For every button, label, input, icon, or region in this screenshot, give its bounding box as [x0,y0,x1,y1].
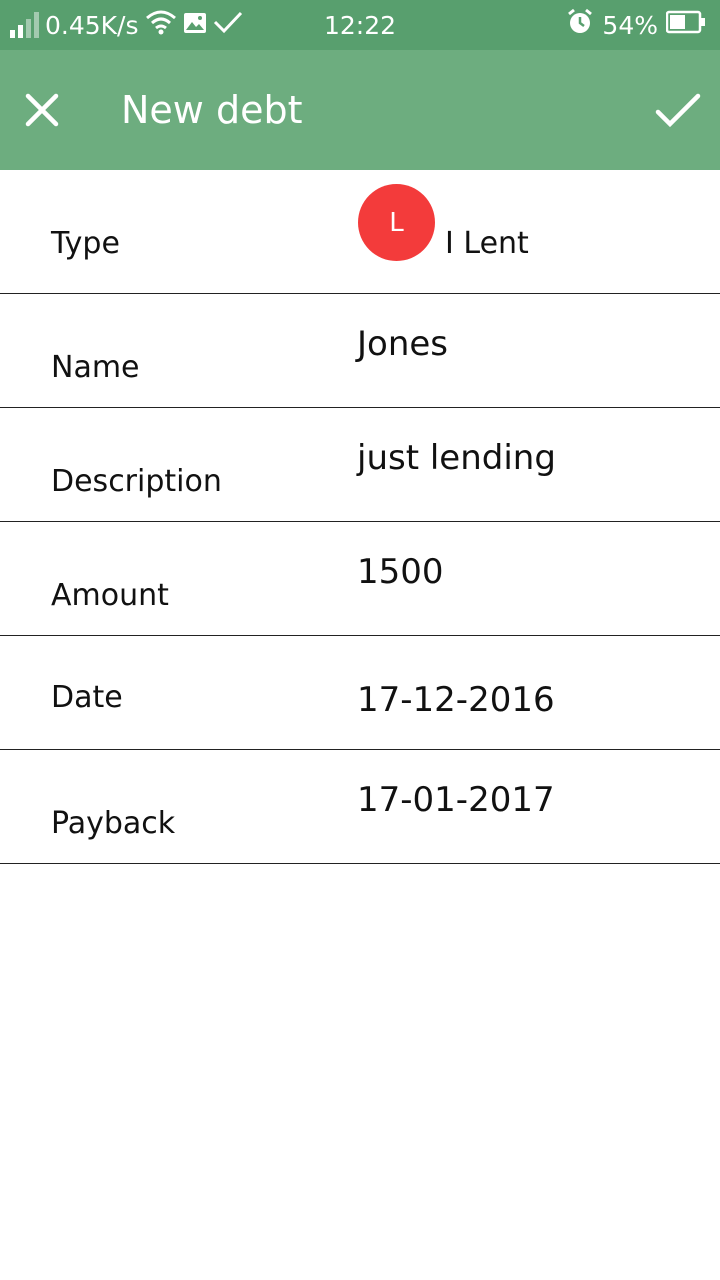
status-right: 54% [566,0,706,50]
name-label: Name [51,350,140,385]
save-button[interactable] [650,82,706,138]
amount-field[interactable]: 1500 [357,552,444,592]
amount-label: Amount [51,578,169,613]
app-bar: New debt [0,50,720,170]
type-row[interactable]: Type L I Lent [0,170,720,294]
close-button[interactable] [14,82,70,138]
type-value[interactable]: I Lent [445,226,529,261]
description-label: Description [51,464,222,499]
check-status-icon [213,10,243,40]
page-title: New debt [121,88,303,132]
date-row[interactable]: Date 17-12-2016 [0,636,720,750]
payback-row[interactable]: Payback 17-01-2017 [0,750,720,864]
alarm-icon [566,8,594,42]
check-icon [655,93,701,128]
date-field[interactable]: 17-12-2016 [357,680,555,720]
date-label: Date [51,680,123,715]
name-row[interactable]: Name Jones [0,294,720,408]
signal-icon [10,12,39,38]
status-left: 0.45K/s [10,0,243,50]
description-row[interactable]: Description just lending [0,408,720,522]
battery-icon [665,10,706,40]
net-speed: 0.45K/s [45,10,139,40]
wifi-icon [145,9,177,41]
status-bar: 0.45K/s 12:22 54% [0,0,720,50]
type-avatar-letter: L [389,207,404,238]
amount-row[interactable]: Amount 1500 [0,522,720,636]
status-time: 12:22 [323,10,397,40]
image-icon [183,11,207,40]
close-icon [25,93,59,127]
battery-percent: 54% [602,10,658,40]
payback-field[interactable]: 17-01-2017 [357,780,555,820]
name-field[interactable]: Jones [357,324,448,364]
description-field[interactable]: just lending [357,438,556,478]
type-label: Type [51,226,120,261]
type-avatar[interactable]: L [358,184,435,261]
payback-label: Payback [51,806,176,841]
